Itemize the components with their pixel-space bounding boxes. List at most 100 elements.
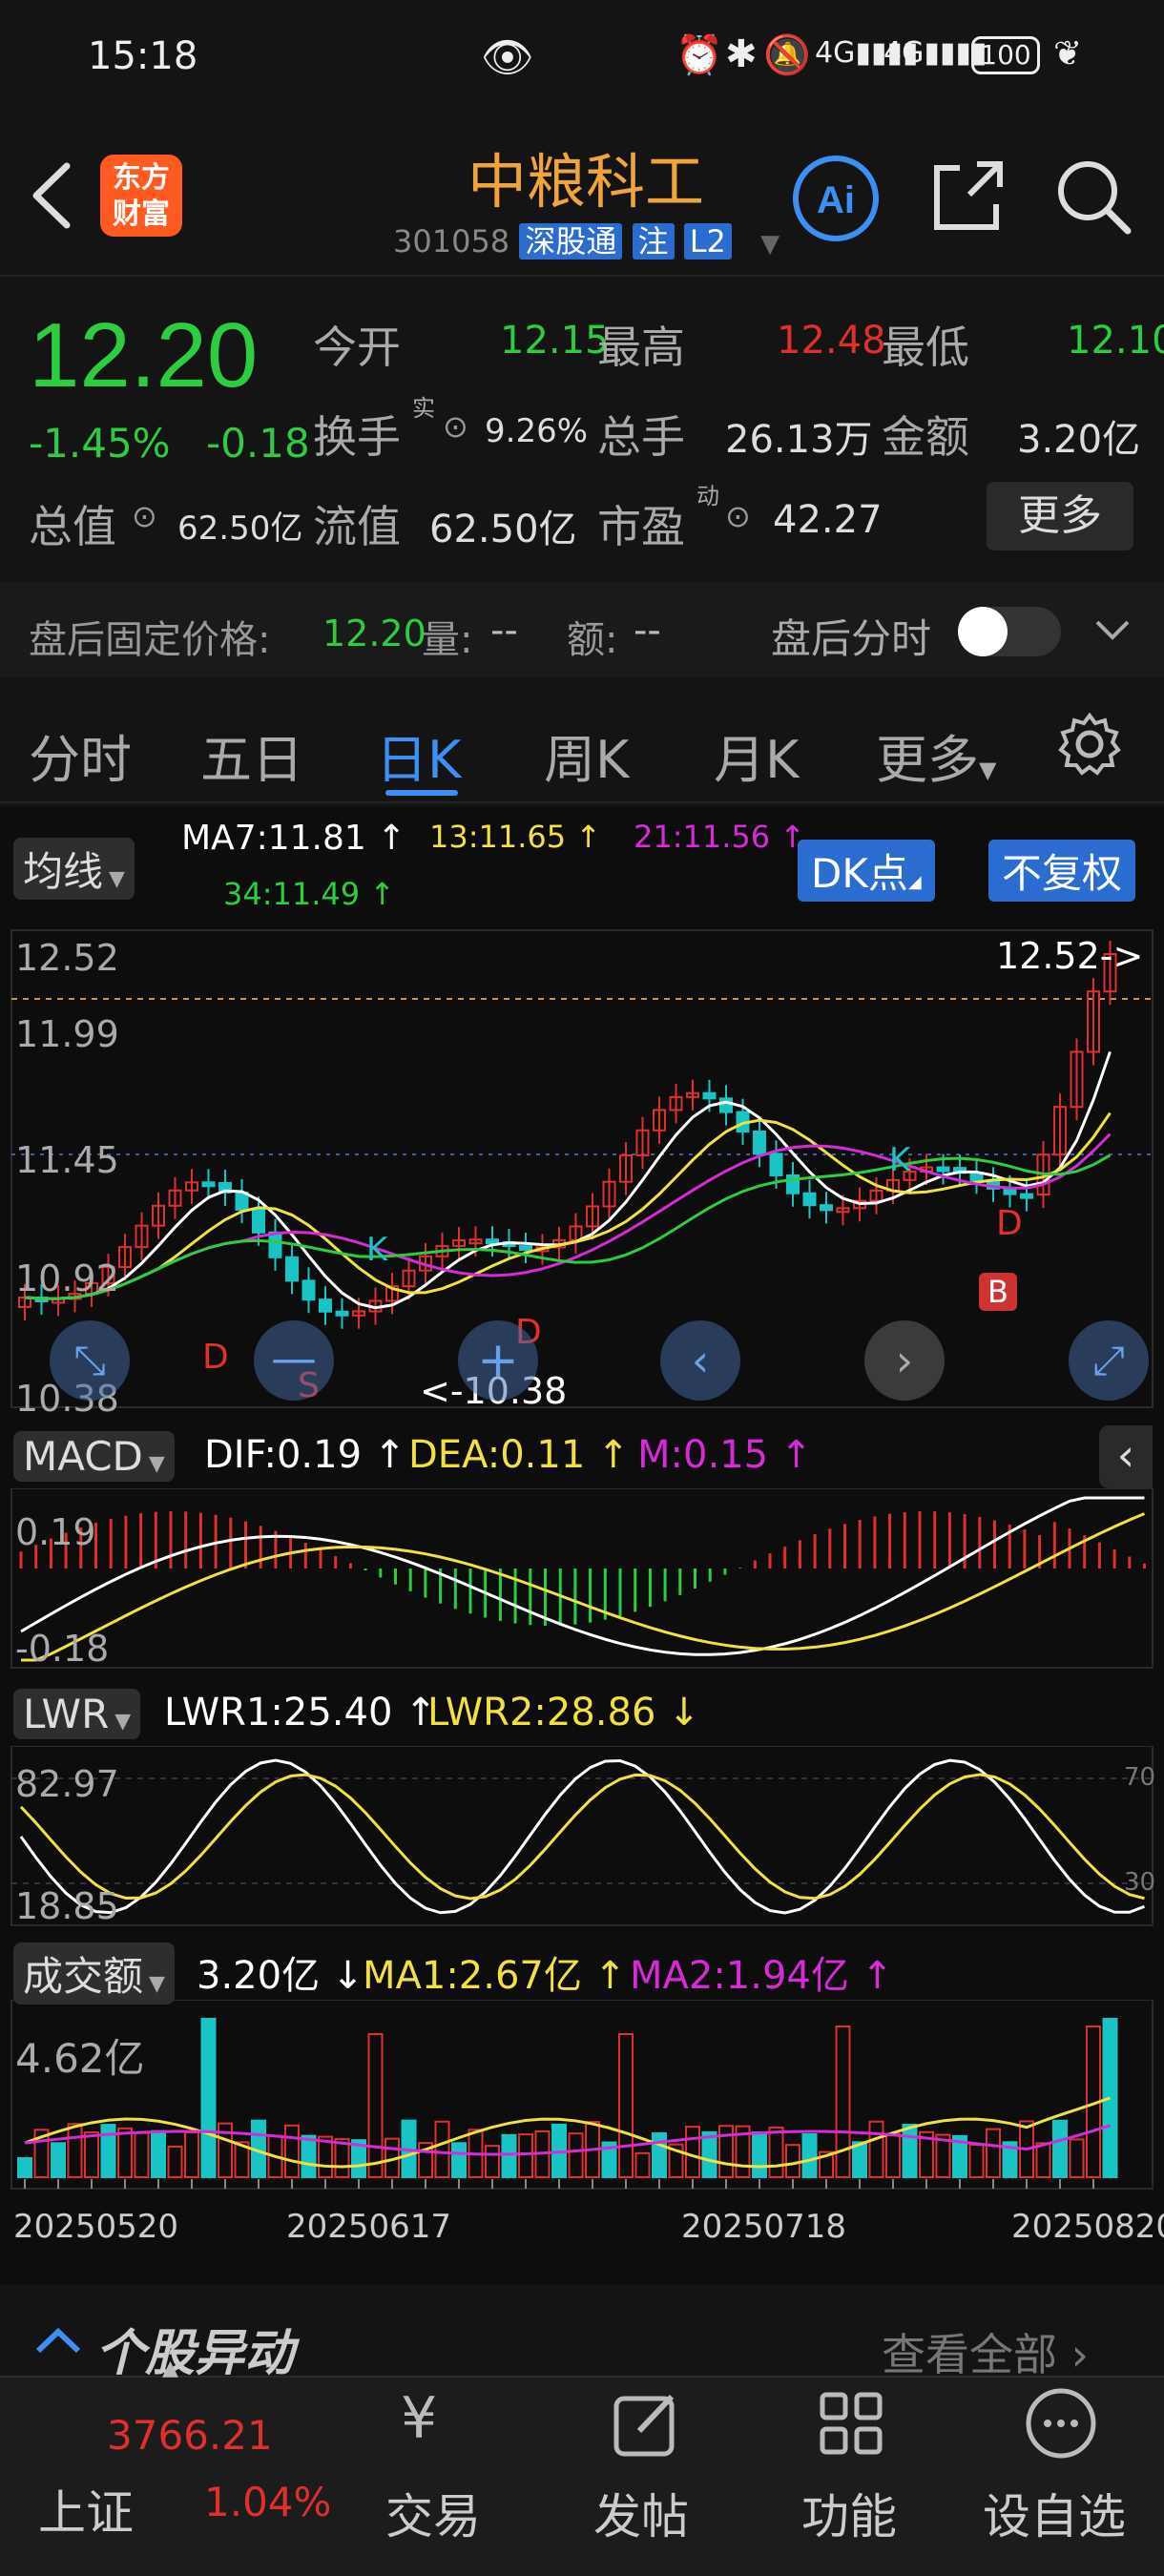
ma34-value: 34:11.49 ↑ [223, 876, 396, 912]
nav-post[interactable]: 发帖 [593, 2479, 689, 2547]
candle [201, 1181, 216, 1188]
lwr-chart [10, 1746, 1154, 1926]
signal-b: B [979, 1273, 1017, 1311]
after-amt: -- [634, 609, 661, 653]
status-time: 15:18 [88, 34, 198, 78]
chevron-up-icon[interactable] [34, 2326, 82, 2355]
nav-add-watchlist[interactable]: 设自选 [983, 2479, 1126, 2547]
signal-d-3: D [996, 1204, 1023, 1243]
macd-dea-text: DEA:0.11 [408, 1433, 586, 1477]
nav-functions[interactable]: 功能 [801, 2479, 897, 2547]
svg-text:Ai: Ai [817, 179, 855, 221]
candle [285, 1256, 299, 1282]
candle [719, 1097, 733, 1113]
amount-value: 3.20亿 [1017, 418, 1141, 462]
ma7-text: MA7:11.81 [181, 819, 366, 858]
date-1: 20250520 [13, 2208, 179, 2246]
toggle-knob [958, 607, 1008, 656]
volume-bar [151, 2129, 166, 2178]
volume-amount: 3.20亿 ↓ [197, 1954, 364, 1998]
chevron-down-icon[interactable] [1093, 618, 1132, 643]
mute-icon: 🔕 [763, 33, 811, 77]
trade-icon[interactable]: ¥ [401, 2385, 437, 2452]
zoom-in-button[interactable]: + [458, 1320, 538, 1401]
scroll-right-button[interactable]: › [864, 1320, 945, 1401]
after-price-label: 盘后固定价格: [29, 618, 271, 662]
volume-bar [652, 2131, 667, 2178]
macd-selector[interactable]: MACD ▼ [13, 1431, 175, 1482]
index-pct[interactable]: 1.04% [204, 2479, 331, 2525]
after-vol-label: 量: [422, 618, 473, 662]
mktcap-info-icon[interactable]: ⊙ [132, 498, 157, 534]
volume-bar [51, 2142, 66, 2178]
dk-point-button[interactable]: DK点◢ [798, 840, 935, 902]
tab-more[interactable]: 更多▼ [876, 717, 996, 793]
index-value[interactable]: 3766.21 [107, 2412, 273, 2459]
lwr-selector[interactable]: LWR ▼ [13, 1689, 141, 1739]
search-icon[interactable] [1053, 156, 1133, 237]
index-name[interactable]: 上证 [38, 2475, 134, 2544]
kline-frame [10, 929, 1154, 1408]
dk-point-label: DK点 [811, 850, 908, 897]
tab-daily-k[interactable]: 日K [376, 717, 461, 793]
lwr2-value: LWR2:28.86 ↓ [427, 1691, 700, 1735]
tab-five-day[interactable]: 五日 [200, 717, 303, 793]
kline-chart[interactable] [0, 916, 1164, 1422]
nav-trade[interactable]: 交易 [385, 2479, 481, 2547]
signal-k-1: K [366, 1231, 388, 1269]
macd-dif-text: DIF:0.19 [204, 1433, 363, 1477]
leaf-icon: ❦ [1053, 34, 1083, 73]
after-amt-label: 额: [567, 618, 618, 662]
low-value: 12.10 [1067, 319, 1164, 363]
lwr-level-30: 30 [1124, 1868, 1156, 1897]
pe-info-icon[interactable]: ⊙ [725, 498, 751, 534]
info-icon[interactable]: ⊙ [443, 408, 468, 445]
pe-label: 市盈 [597, 501, 685, 552]
volume-selector[interactable]: 成交额 ▼ [13, 1942, 175, 2005]
tab-weekly-k[interactable]: 周K [544, 717, 629, 793]
view-all-link[interactable]: 查看全部 › [882, 2320, 1089, 2383]
eye-icon: 👁 [481, 33, 534, 82]
volume-bar [885, 2132, 901, 2178]
zoom-out-button[interactable]: — [254, 1320, 334, 1401]
mktcap-label: 总值 [29, 501, 116, 552]
settings-gear-icon[interactable] [1057, 712, 1122, 777]
volume-bar [518, 2133, 533, 2178]
after-hours-toggle[interactable] [958, 607, 1061, 656]
no-adjust-button[interactable]: 不复权 [988, 840, 1136, 902]
volume-selector-caret-icon: ▼ [149, 1972, 165, 1996]
tab-monthly-k[interactable]: 月K [714, 717, 799, 793]
volume-bar [835, 2025, 851, 2178]
volume-bar [685, 2126, 700, 2178]
change-pct: -1.45% [29, 420, 171, 467]
dk-point-caret-icon: ◢ [907, 872, 922, 892]
macd-y-bottom: -0.18 [15, 1628, 110, 1670]
float-label: 流值 [313, 501, 401, 552]
ma21-text: 21:11.56 [634, 819, 771, 855]
more-quote-button[interactable]: 更多 [987, 482, 1133, 551]
lwr-level-70: 70 [1124, 1763, 1156, 1792]
volume-bar [17, 2157, 32, 2178]
post-icon[interactable] [611, 2389, 681, 2460]
watchlist-icon[interactable] [1023, 2385, 1099, 2462]
functions-icon[interactable] [817, 2389, 887, 2460]
collapse-panel-button[interactable]: ‹ [1099, 1425, 1153, 1488]
tab-intraday[interactable]: 分时 [29, 717, 132, 793]
logo-line-1: 东方 [113, 161, 170, 195]
ai-icon[interactable]: Ai [790, 153, 882, 244]
pe-sup: 动 [696, 483, 719, 509]
ma-selector[interactable]: 均线 ▼ [13, 838, 135, 900]
share-icon[interactable] [927, 156, 1008, 237]
signal-d-1: D [202, 1338, 229, 1377]
back-arrow-icon[interactable] [29, 160, 76, 231]
volume-label: 总手 [597, 411, 685, 463]
fullscreen-button[interactable]: ⤢ [1069, 1320, 1149, 1401]
open-label: 今开 [313, 322, 401, 373]
chart-shrink-button[interactable]: ⤡ [50, 1320, 130, 1401]
status-bar: 15:18 👁 ⏰ ✱ 🔕 4G▮▮▮▮ 4G▮▮▮▮ 100 ❦ [0, 0, 1164, 114]
candle [335, 1310, 349, 1317]
expand-caret-icon[interactable]: ▼ [760, 230, 779, 259]
alarm-icon: ⏰ [676, 33, 723, 77]
tab-more-caret-icon: ▼ [979, 757, 997, 783]
scroll-left-button[interactable]: ‹ [660, 1320, 740, 1401]
